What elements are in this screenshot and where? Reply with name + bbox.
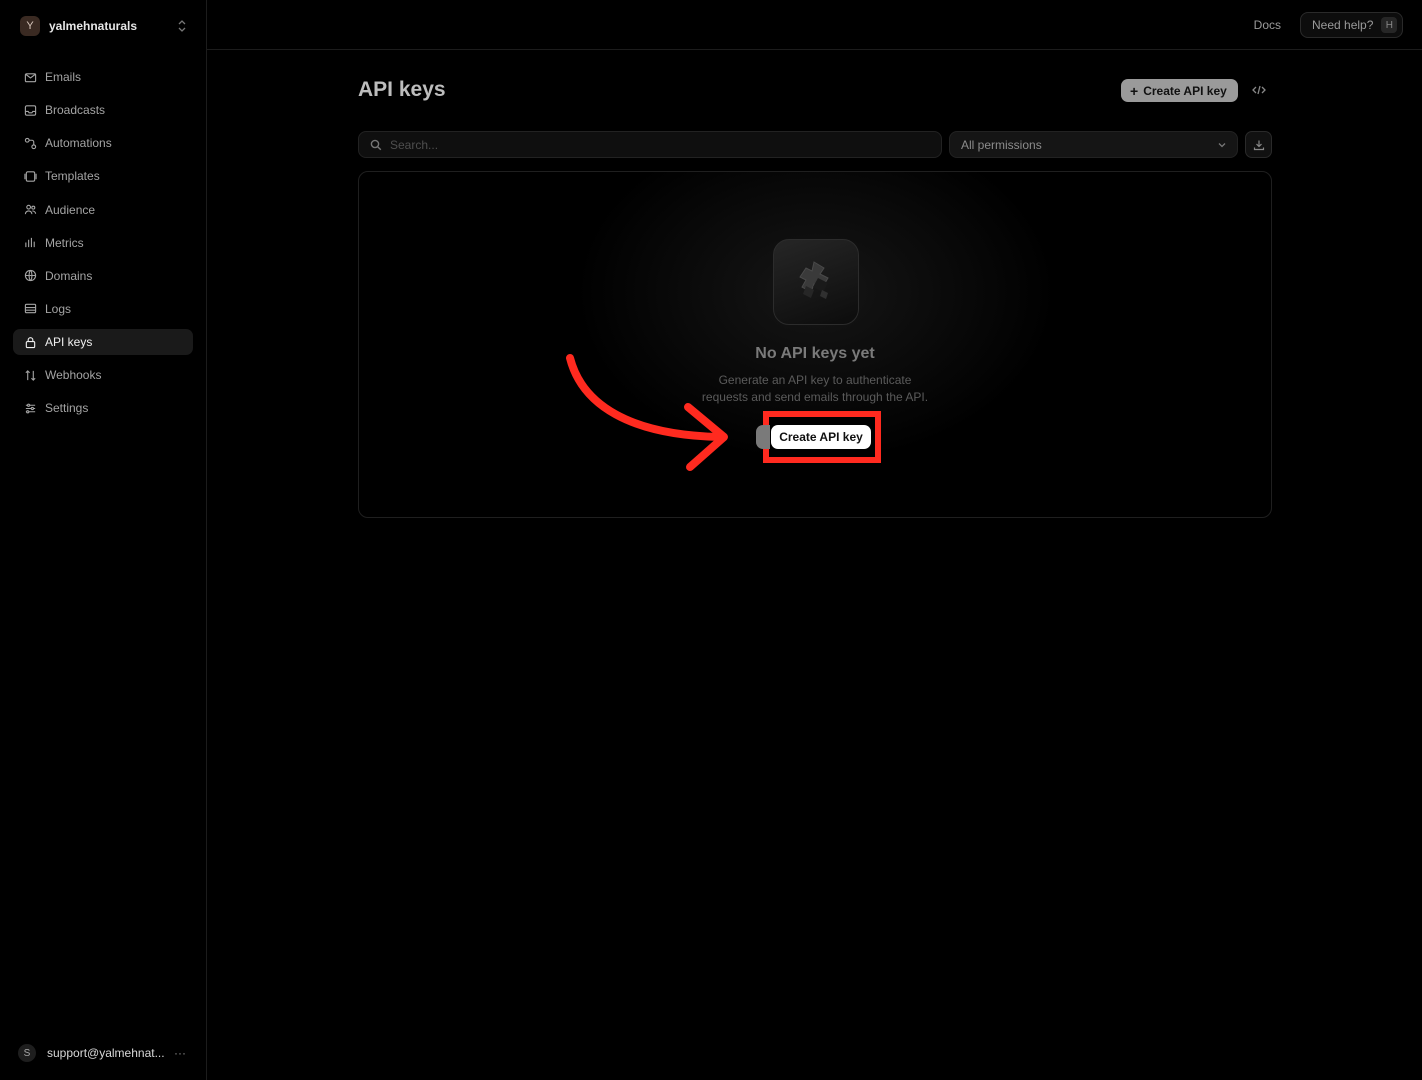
automation-icon	[24, 137, 37, 149]
topbar: Docs Need help? H	[207, 0, 1422, 50]
sidebar-item-emails[interactable]: Emails	[13, 64, 193, 90]
sidebar-item-label: Broadcasts	[45, 103, 106, 118]
empty-state-title: No API keys yet	[755, 345, 875, 362]
sidebar-item-api-keys[interactable]: API keys	[13, 329, 193, 356]
chevron-down-icon	[1218, 143, 1226, 148]
download-icon	[1253, 140, 1264, 150]
sidebar-item-metrics[interactable]: Metrics	[13, 230, 193, 256]
webhook-icon	[25, 369, 36, 381]
sidebar-item-settings[interactable]: Settings	[13, 395, 193, 421]
mail-icon	[24, 72, 37, 82]
sidebar-nav: Emails Broadcasts Automations Templates …	[13, 64, 193, 429]
empty-state-description-line: requests and send emails through the API…	[701, 390, 929, 404]
avatar: S	[18, 1044, 36, 1062]
permissions-select[interactable]: All permissions	[949, 131, 1238, 158]
need-help-label: Need help?	[1312, 18, 1374, 32]
sidebar-item-templates[interactable]: Templates	[13, 163, 193, 189]
user-email: support@yalmehnat...	[47, 1046, 165, 1060]
empty-state-card: No API keys yet Generate an API key to a…	[358, 171, 1272, 518]
workspace-name: yalmehnaturals	[49, 19, 138, 33]
search-input[interactable]	[390, 137, 930, 152]
sidebar-item-label: Automations	[45, 136, 112, 151]
sidebar-item-label: Emails	[45, 70, 82, 84]
key-3d-icon	[799, 261, 829, 299]
export-button[interactable]	[1245, 131, 1272, 158]
create-api-key-label: Create API key	[1143, 83, 1227, 98]
create-api-key-button[interactable]: + Create API key	[1121, 79, 1238, 102]
search-field[interactable]	[358, 131, 942, 158]
sidebar-item-automations[interactable]: Automations	[13, 130, 193, 156]
sidebar-item-label: Audience	[45, 202, 96, 217]
globe-icon	[24, 270, 37, 282]
sidebar-item-label: Webhooks	[45, 368, 102, 383]
template-icon	[24, 171, 37, 182]
key-illustration-icon	[773, 239, 859, 325]
bar-chart-icon	[25, 238, 35, 248]
need-help-button[interactable]: Need help? H	[1300, 12, 1403, 38]
sidebar-item-broadcasts[interactable]: Broadcasts	[13, 97, 193, 123]
annotation-arrow-icon	[566, 354, 728, 471]
user-account[interactable]: S support@yalmehnat... ···	[18, 1043, 188, 1063]
sidebar-item-label: Domains	[45, 268, 93, 283]
plus-icon: +	[1130, 82, 1139, 99]
empty-state-description-line: Generate an API key to authenticate	[718, 373, 912, 387]
inbox-icon	[24, 104, 37, 116]
sidebar-item-logs[interactable]: Logs	[13, 296, 193, 322]
docs-link[interactable]: Docs	[1254, 18, 1281, 32]
cta-shadow	[756, 425, 770, 449]
sidebar-item-label: Templates	[45, 169, 100, 184]
list-icon	[24, 304, 37, 314]
more-icon[interactable]: ···	[174, 1046, 188, 1060]
sidebar-item-label: Logs	[45, 301, 72, 316]
page-title: API keys	[358, 78, 446, 101]
sidebar-item-label: Metrics	[45, 235, 84, 250]
sidebar-item-audience[interactable]: Audience	[13, 197, 193, 223]
sidebar: Y yalmehnaturals Emails Broadcasts Autom…	[0, 0, 207, 1080]
users-icon	[24, 204, 37, 215]
sidebar-item-label: API keys	[45, 335, 93, 350]
workspace-avatar: Y	[20, 16, 40, 36]
empty-state-description: Generate an API key to authenticate requ…	[359, 372, 1271, 406]
lock-icon	[25, 336, 36, 348]
search-icon	[370, 139, 382, 150]
keyboard-shortcut-badge: H	[1381, 17, 1398, 33]
permissions-select-value: All permissions	[961, 137, 1042, 152]
workspace-switcher[interactable]: Y yalmehnaturals	[20, 15, 188, 37]
chevron-updown-icon	[178, 20, 186, 32]
sidebar-item-domains[interactable]: Domains	[13, 263, 193, 289]
sidebar-item-label: Settings	[45, 401, 89, 416]
empty-state-create-api-key-button[interactable]: Create API key	[771, 425, 871, 449]
sidebar-item-webhooks[interactable]: Webhooks	[13, 362, 193, 388]
code-icon[interactable]	[1250, 81, 1268, 99]
sliders-icon	[25, 403, 36, 414]
